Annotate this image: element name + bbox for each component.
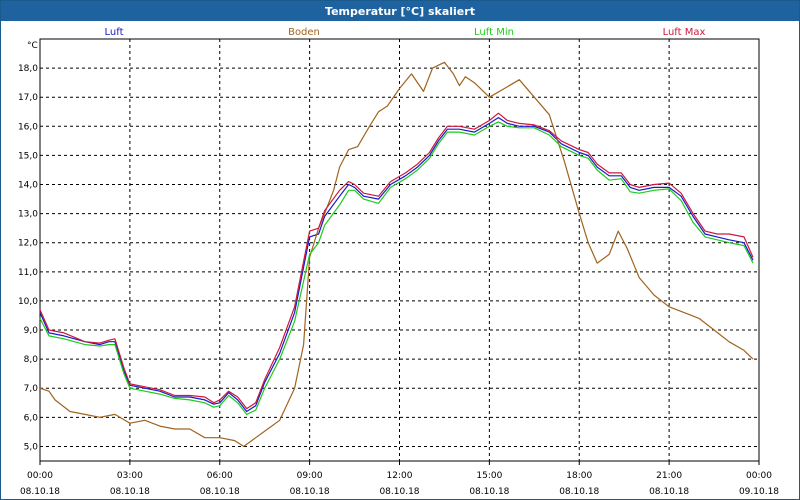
y-tick-label: 5,0: [24, 442, 39, 452]
y-tick-label: 13,0: [18, 210, 38, 220]
y-tick-label: 8,0: [24, 355, 39, 365]
x-tick-label-date: 08.10.18: [290, 487, 330, 497]
x-tick-label-time: 00:00: [746, 471, 772, 481]
y-tick-label: 14,0: [18, 181, 38, 191]
y-tick-label: 18,0: [18, 64, 38, 74]
x-tick-label-date: 08.10.18: [559, 487, 599, 497]
x-tick-label-time: 03:00: [117, 471, 143, 481]
x-tick-label-time: 09:00: [297, 471, 323, 481]
y-tick-label: 12,0: [18, 239, 38, 249]
temperature-chart: 00:00 08.10.18 03:00 08.10.18 06:00 08.10.18 0…: [18, 27, 779, 497]
legend-entry-luft: Luft: [105, 27, 124, 38]
y-tick-label: 16,0: [18, 122, 38, 132]
x-tick-label-date: 08.10.18: [110, 487, 150, 497]
y-unit-label: °C: [27, 41, 38, 51]
x-tick-label-time: 15:00: [476, 471, 502, 481]
legend-entry-luft-max: Luft Max: [663, 27, 706, 38]
chart-window: Temperatur [°C] skaliert 00:00 08.10.18 03…: [0, 0, 800, 500]
y-tick-label: 11,0: [18, 268, 38, 278]
x-tick-label-date: 08.10.18: [20, 487, 60, 497]
y-tick-label: 17,0: [18, 93, 38, 103]
y-tick-label: 7,0: [24, 384, 39, 394]
chart-title: Temperatur [°C] skaliert: [1, 1, 799, 21]
y-tick-label: 6,0: [24, 413, 39, 423]
x-tick-label-date: 09.10.18: [739, 487, 779, 497]
x-tick-label-time: 18:00: [566, 471, 592, 481]
y-tick-label: 9,0: [24, 326, 39, 336]
x-tick-label-date: 08.10.18: [379, 487, 419, 497]
y-tick-label: 10,0: [18, 297, 38, 307]
x-tick-label-date: 08.10.18: [200, 487, 240, 497]
x-tick-label-date: 08.10.18: [469, 487, 509, 497]
y-tick-label: 15,0: [18, 151, 38, 161]
x-tick-label-time: 12:00: [387, 471, 413, 481]
x-tick-label-time: 06:00: [207, 471, 233, 481]
x-tick-label-time: 21:00: [656, 471, 682, 481]
x-tick-label-time: 00:00: [27, 471, 53, 481]
x-tick-label-date: 08.10.18: [649, 487, 689, 497]
legend-entry-luft-min: Luft Min: [474, 27, 514, 38]
legend-entry-boden: Boden: [288, 27, 320, 38]
